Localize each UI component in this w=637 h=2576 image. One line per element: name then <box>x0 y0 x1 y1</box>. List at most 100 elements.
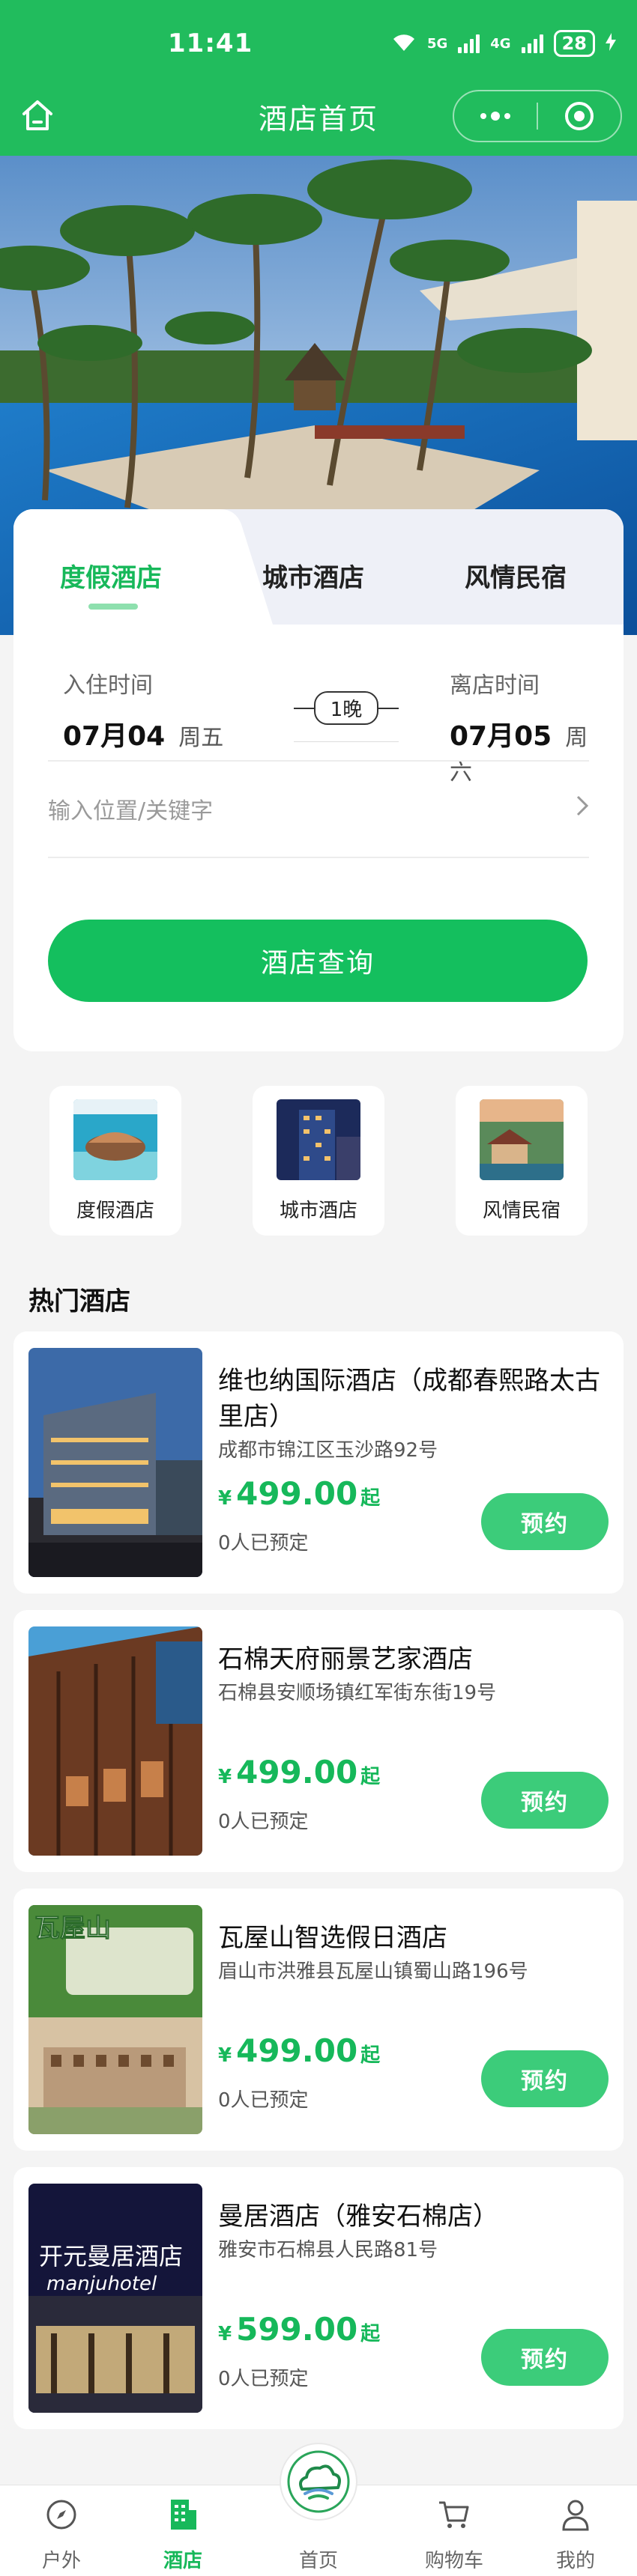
tab-city-hotel[interactable]: 城市酒店 <box>262 557 364 594</box>
tabbar-label: 我的 <box>555 2550 595 2572</box>
category-city-hotel[interactable]: 城市酒店 <box>253 1086 384 1236</box>
hotel-card[interactable]: 石棉天府丽景艺家酒店 石棉县安顺场镇红军街东街19号 ¥499.00 起 0人已预… <box>13 1610 624 1872</box>
hotel-photo <box>28 1626 202 1856</box>
book-button[interactable]: 预约 <box>481 2050 609 2107</box>
book-button[interactable]: 预约 <box>481 1493 609 1550</box>
hotel-name: 维也纳国际酒店（成都春熙路太古里店） <box>218 1366 600 1432</box>
nights-indicator: 1晚 <box>294 689 399 749</box>
booked-count: 0人已预定 <box>218 1811 309 1833</box>
status-time: 11:41 <box>168 28 253 58</box>
category-resort-hotel[interactable]: 度假酒店 <box>49 1086 181 1236</box>
checkin-date-value: 07月04 <box>63 721 166 752</box>
category-city-label: 城市酒店 <box>279 1200 357 1222</box>
category-homestay-thumbnail <box>480 1099 564 1180</box>
location-input[interactable]: 输入位置/关键字 <box>48 761 589 857</box>
miniprogram-capsule <box>453 90 622 142</box>
price-suffix: 起 <box>360 1487 381 1510</box>
hotel-price: ¥499.00 起 <box>218 1754 380 1790</box>
status-icons: 5G 4G 28 <box>391 30 616 57</box>
price-value: 599.00 <box>236 2311 358 2348</box>
nights-count: 1晚 <box>313 690 379 725</box>
close-miniprogram-button[interactable] <box>538 91 621 141</box>
category-city-thumbnail <box>277 1099 360 1180</box>
checkin-weekday: 周五 <box>178 725 224 751</box>
booked-count: 0人已预定 <box>218 1532 309 1555</box>
more-dots-icon <box>480 112 510 121</box>
booked-count: 0人已预定 <box>218 2368 309 2390</box>
hotel-photo-sign-en: manjuhotel <box>46 2273 157 2295</box>
price-value: 499.00 <box>236 2032 358 2069</box>
checkin-date[interactable]: 入住时间 07月04 周五 <box>63 666 223 753</box>
hotel-photo-sign-cn: 开元曼居酒店 <box>39 2242 183 2270</box>
section-title-popular-hotels: 热门酒店 <box>28 1287 130 1316</box>
tab-homestay[interactable]: 风情民宿 <box>465 557 567 594</box>
checkout-label: 离店时间 <box>450 672 540 699</box>
hotel-type-tabs: 度假酒店 城市酒店 风情民宿 <box>13 509 624 625</box>
tabbar-label: 酒店 <box>163 2550 202 2572</box>
hotel-card[interactable]: 瓦屋山 瓦屋山智选假日酒店 眉山市洪雅县瓦屋山镇蜀山路196号 ¥499.00 起… <box>13 1889 624 2151</box>
hotel-card[interactable]: 开元曼居酒店 manjuhotel 曼居酒店（雅安石棉店） 雅安市石棉县人民路8… <box>13 2167 624 2429</box>
price-currency: ¥ <box>218 1766 232 1788</box>
category-homestay[interactable]: 风情民宿 <box>456 1086 588 1236</box>
target-circle-icon <box>565 102 594 130</box>
home-logo-button[interactable] <box>280 2443 357 2521</box>
category-homestay-label: 风情民宿 <box>482 1200 561 1222</box>
active-tab-indicator <box>88 604 138 610</box>
cloud-logo-icon <box>287 2450 350 2513</box>
tabbar-label: 购物车 <box>424 2550 483 2572</box>
checkin-label: 入住时间 <box>63 672 153 699</box>
hotel-photo: 开元曼居酒店 manjuhotel <box>28 2184 202 2413</box>
category-resort-label: 度假酒店 <box>76 1200 154 1222</box>
price-suffix: 起 <box>360 2044 381 2067</box>
hotel-search-button[interactable]: 酒店查询 <box>48 920 588 1002</box>
tabbar-item-hotel[interactable]: 酒店 <box>138 2496 228 2573</box>
book-button[interactable]: 预约 <box>481 2329 609 2386</box>
hotel-search-card: 度假酒店 城市酒店 风情民宿 入住时间 07月04 周五 1晚 离店时间 07月0… <box>13 509 624 1051</box>
location-placeholder: 输入位置/关键字 <box>48 798 214 824</box>
price-value: 499.00 <box>236 1475 358 1512</box>
booked-count: 0人已预定 <box>218 2089 309 2112</box>
tab-resort-hotel[interactable]: 度假酒店 <box>60 557 162 594</box>
compass-icon <box>16 2496 106 2533</box>
hotel-name: 曼居酒店（雅安石棉店） <box>218 2202 498 2232</box>
date-selector: 入住时间 07月04 周五 1晚 离店时间 07月05 周六 <box>48 666 589 786</box>
price-currency: ¥ <box>218 1487 232 1510</box>
top-bar: 11:41 5G 4G 28 酒店首页 <box>0 0 637 156</box>
battery-indicator: 28 <box>553 30 595 57</box>
wifi-icon <box>391 31 417 56</box>
hotel-address: 眉山市洪雅县瓦屋山镇蜀山路196号 <box>218 1960 528 1983</box>
hotel-address: 石棉县安顺场镇红军街东街19号 <box>218 1682 497 1704</box>
tabbar-label: 首页 <box>298 2550 338 2572</box>
price-currency: ¥ <box>218 2044 232 2067</box>
hotel-address: 雅安市石棉县人民路81号 <box>218 2239 438 2261</box>
tabbar-item-mine[interactable]: 我的 <box>531 2496 621 2573</box>
price-currency: ¥ <box>218 2323 232 2345</box>
price-suffix: 起 <box>360 1766 381 1788</box>
hotel-address: 成都市锦江区玉沙路92号 <box>218 1439 438 1462</box>
hotel-photo-sign-text: 瓦屋山 <box>34 1913 111 1943</box>
more-button[interactable] <box>454 91 537 141</box>
hotel-name: 瓦屋山智选假日酒店 <box>218 1923 447 1953</box>
category-resort-thumbnail <box>73 1099 157 1180</box>
cart-icon <box>409 2496 499 2533</box>
hotel-card[interactable]: 维也纳国际酒店（成都春熙路太古里店） 成都市锦江区玉沙路92号 ¥499.00 起… <box>13 1331 624 1594</box>
book-button[interactable]: 预约 <box>481 1772 609 1829</box>
hotel-building-icon <box>138 2496 228 2533</box>
price-value: 499.00 <box>236 1754 358 1790</box>
hotel-photo <box>28 1348 202 1577</box>
price-suffix: 起 <box>360 2323 381 2345</box>
hotel-price: ¥499.00 起 <box>218 2032 380 2069</box>
checkout-date-value: 07月05 <box>450 721 552 752</box>
network-4g-label: 4G <box>490 35 511 52</box>
tabbar-label: 户外 <box>41 2550 81 2572</box>
tabbar-item-cart[interactable]: 购物车 <box>409 2496 499 2573</box>
hotel-price: ¥599.00 起 <box>218 2311 380 2348</box>
user-icon <box>531 2496 621 2533</box>
charging-icon <box>606 32 616 55</box>
hotel-price: ¥499.00 起 <box>218 1475 380 1512</box>
chevron-right-icon <box>576 794 589 824</box>
signal-5g-icon <box>458 34 480 53</box>
tabbar-item-outdoor[interactable]: 户外 <box>16 2496 106 2573</box>
network-5g-label: 5G <box>426 35 448 52</box>
hotel-name: 石棉天府丽景艺家酒店 <box>218 1644 473 1674</box>
